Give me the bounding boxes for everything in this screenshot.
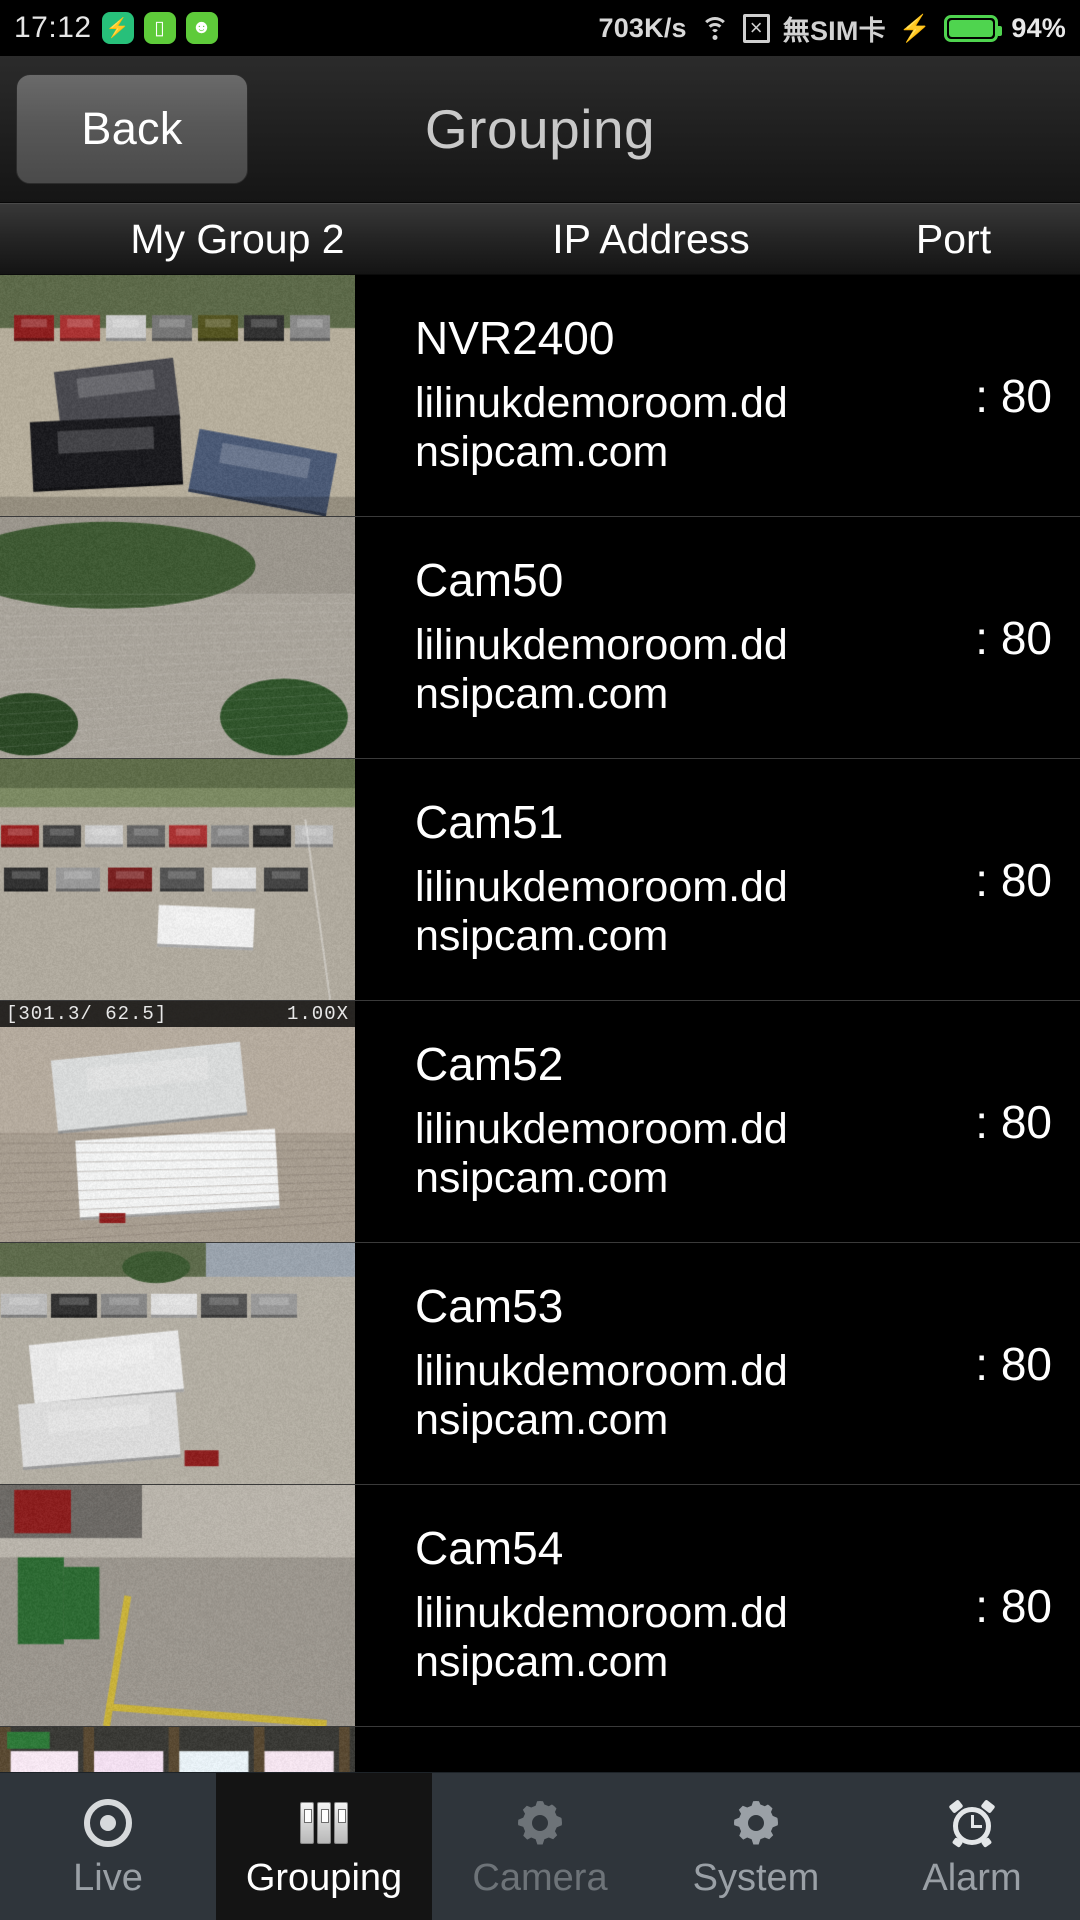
tab-camera: Camera [432, 1773, 648, 1920]
row-body: Cam53 lilinukdemoroom.ddnsipcam.com : 80 [355, 1243, 1080, 1484]
row-info: Cam55lilinukdemoroom.ddnsipcam.com [415, 1767, 963, 1772]
row-info: NVR2400 lilinukdemoroom.ddnsipcam.com [415, 315, 963, 475]
table-row[interactable]: NVR2400 lilinukdemoroom.ddnsipcam.com : 80 [0, 275, 1080, 517]
tab-icon [949, 1797, 995, 1849]
device-name: Cam50 [415, 557, 963, 603]
status-bar: 17:12 ⚡ ▯ ☻ 703K/s 無SIM卡 ⚡ 94% [0, 0, 1080, 56]
bolt-icon: ⚡ [899, 13, 932, 44]
device-address: lilinukdemoroom.ddnsipcam.com [415, 863, 810, 959]
device-address: lilinukdemoroom.ddnsipcam.com [415, 1589, 810, 1685]
tab-live[interactable]: Live [0, 1773, 216, 1920]
table-row[interactable]: Cam50 lilinukdemoroom.ddnsipcam.com : 80 [0, 517, 1080, 759]
tab-icon [84, 1797, 132, 1849]
device-name: NVR2400 [415, 315, 963, 361]
tab-grouping[interactable]: Grouping [216, 1773, 432, 1920]
device-port: : 80 [963, 1579, 1080, 1633]
table-row[interactable]: Cam54 lilinukdemoroom.ddnsipcam.com : 80 [0, 1485, 1080, 1727]
status-clock: 17:12 [14, 11, 92, 45]
alarm-clock-icon [949, 1800, 995, 1846]
battery-icon [944, 15, 998, 42]
security-badge: ☻ [186, 12, 218, 44]
tab-icon [734, 1797, 778, 1849]
table-row[interactable]: Cam51 lilinukdemoroom.ddnsipcam.com : 80 [0, 759, 1080, 1001]
device-port: : 80 [963, 853, 1080, 907]
column-header-group: My Group 2 [0, 216, 475, 263]
column-header-port: Port [827, 216, 1080, 263]
camera-thumbnail[interactable] [0, 275, 355, 516]
device-address: lilinukdemoroom.ddnsipcam.com [415, 379, 810, 475]
tab-alarm[interactable]: Alarm [864, 1773, 1080, 1920]
gear-icon [734, 1801, 778, 1845]
tab-label: Grouping [246, 1859, 402, 1897]
camera-thumbnail[interactable] [0, 759, 355, 1000]
device-address: lilinukdemoroom.ddnsipcam.com [415, 621, 810, 717]
column-header-address: IP Address [475, 216, 827, 263]
row-info: Cam54 lilinukdemoroom.ddnsipcam.com [415, 1525, 963, 1685]
row-info: Cam51 lilinukdemoroom.ddnsipcam.com [415, 799, 963, 959]
battery-percent-label: 94% [1011, 13, 1066, 44]
device-list[interactable]: NVR2400 lilinukdemoroom.ddnsipcam.com : 80… [0, 275, 1080, 1772]
sim-status-label: 無SIM卡 [783, 9, 886, 48]
status-bar-left: 17:12 ⚡ ▯ ☻ [14, 11, 218, 45]
row-body: Cam54 lilinukdemoroom.ddnsipcam.com : 80 [355, 1485, 1080, 1726]
tab-label: Camera [472, 1859, 607, 1897]
tab-icon [518, 1797, 562, 1849]
network-speed-label: 703K/s [599, 13, 687, 44]
row-info: Cam53 lilinukdemoroom.ddnsipcam.com [415, 1283, 963, 1443]
camera-thumbnail[interactable]: [301.3/ 62.5] 1.00X [0, 1001, 355, 1242]
device-name: Cam54 [415, 1525, 963, 1571]
gear-icon [518, 1801, 562, 1845]
row-body: Cam50 lilinukdemoroom.ddnsipcam.com : 80 [355, 517, 1080, 758]
device-port: : 80 [963, 1095, 1080, 1149]
device-address: lilinukdemoroom.ddnsipcam.com [415, 1105, 810, 1201]
table-row[interactable]: [301.3/ 62.5] 1.00X Cam52 lilinukdemoroom.d… [0, 1001, 1080, 1243]
osd-zoom-level: 1.00X [287, 1003, 349, 1025]
app-root: 17:12 ⚡ ▯ ☻ 703K/s 無SIM卡 ⚡ 94% Back Grou… [0, 0, 1080, 1920]
tab-label: System [693, 1859, 820, 1897]
title-bar: Back Grouping [0, 56, 1080, 203]
osd-overlay: [301.3/ 62.5] 1.00X [0, 1001, 355, 1027]
device-name: Cam53 [415, 1283, 963, 1329]
wifi-icon [700, 16, 730, 40]
tab-label: Alarm [922, 1859, 1021, 1897]
status-bar-right: 703K/s 無SIM卡 ⚡ 94% [599, 9, 1067, 48]
sim-error-icon [743, 14, 770, 43]
row-info: Cam50 lilinukdemoroom.ddnsipcam.com [415, 557, 963, 717]
row-body: NVR2400 lilinukdemoroom.ddnsipcam.com : 80 [355, 275, 1080, 516]
osd-coordinates: [301.3/ 62.5] [6, 1003, 167, 1025]
row-body: Cam55lilinukdemoroom.ddnsipcam.com: 80 [355, 1727, 1080, 1772]
table-row[interactable]: Cam55lilinukdemoroom.ddnsipcam.com: 80 [0, 1727, 1080, 1772]
target-icon [84, 1799, 132, 1847]
device-name: Cam55 [415, 1767, 963, 1772]
device-address: lilinukdemoroom.ddnsipcam.com [415, 1347, 810, 1443]
table-row[interactable]: Cam53 lilinukdemoroom.ddnsipcam.com : 80 [0, 1243, 1080, 1485]
device-port: : 80 [963, 611, 1080, 665]
power-saver-badge: ⚡ [102, 12, 134, 44]
tab-icon [300, 1797, 348, 1849]
row-body: Cam51 lilinukdemoroom.ddnsipcam.com : 80 [355, 759, 1080, 1000]
battery-saver-badge: ▯ [144, 12, 176, 44]
tab-system[interactable]: System [648, 1773, 864, 1920]
device-port: : 80 [963, 369, 1080, 423]
camera-thumbnail[interactable] [0, 1485, 355, 1726]
camera-thumbnail[interactable] [0, 1243, 355, 1484]
folders-icon [300, 1802, 348, 1844]
device-name: Cam51 [415, 799, 963, 845]
tab-label: Live [73, 1859, 143, 1897]
device-name: Cam52 [415, 1041, 963, 1087]
camera-thumbnail[interactable] [0, 517, 355, 758]
row-info: Cam52 lilinukdemoroom.ddnsipcam.com [415, 1041, 963, 1201]
back-button[interactable]: Back [16, 74, 248, 184]
camera-thumbnail[interactable] [0, 1727, 355, 1772]
row-body: Cam52 lilinukdemoroom.ddnsipcam.com : 80 [355, 1001, 1080, 1242]
column-header: My Group 2 IP Address Port [0, 203, 1080, 275]
bottom-tab-bar[interactable]: Live Grouping Camera System Alarm [0, 1772, 1080, 1920]
device-port: : 80 [963, 1337, 1080, 1391]
